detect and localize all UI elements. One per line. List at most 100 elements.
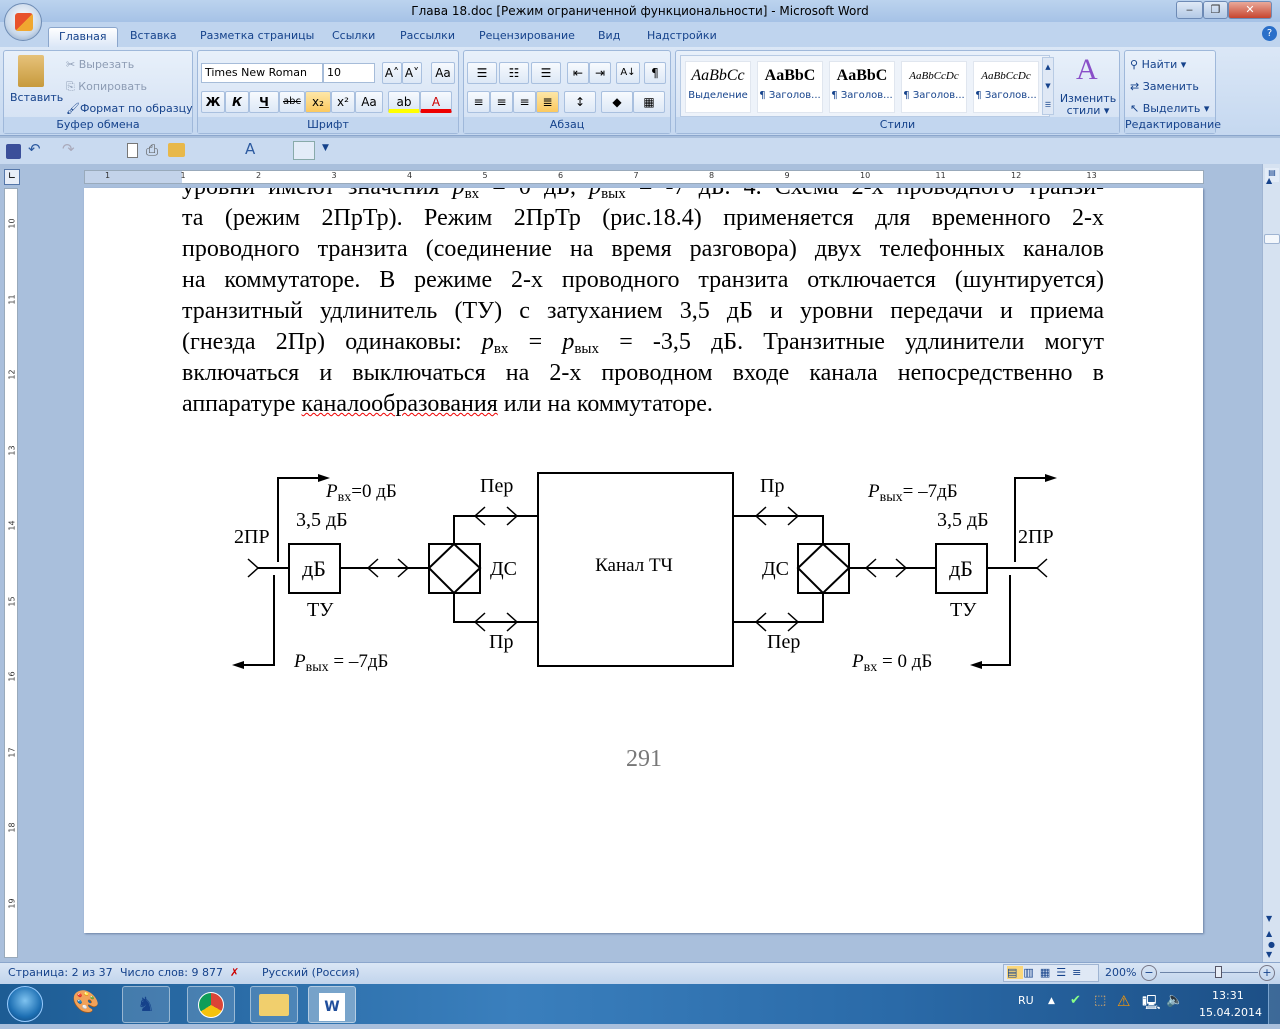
show-marks-button[interactable]: ¶ (644, 62, 666, 84)
browse-object-button[interactable]: ● (1268, 940, 1275, 949)
clock-date[interactable]: 15.04.2014 (1199, 1006, 1262, 1019)
tab-home[interactable]: Главная (48, 27, 118, 47)
page-count[interactable]: Страница: 2 из 37 (8, 963, 113, 983)
line-spacing-button[interactable]: ↕ (564, 91, 596, 113)
style-item[interactable]: AaBbCcDc ¶ Заголов... (973, 61, 1039, 113)
language[interactable]: Русский (Россия) (262, 963, 360, 983)
strikethrough-button[interactable]: abc (279, 91, 305, 113)
update-icon[interactable]: ⬚ (1094, 993, 1106, 1008)
justify-button[interactable]: ≣ (536, 91, 559, 113)
align-center-button[interactable]: ≡ (490, 91, 513, 113)
vertical-scrollbar[interactable]: ▤ ▲ ▼ ▲ ● ▼ (1262, 164, 1280, 962)
office-button[interactable] (4, 3, 42, 41)
superscript-button[interactable]: x² (331, 91, 355, 113)
select-button[interactable]: ↖ Выделить ▾ (1130, 102, 1209, 115)
zoom-out-button[interactable]: − (1141, 965, 1157, 981)
customize-qat-icon[interactable]: ▼ (322, 143, 329, 153)
bold-button[interactable]: Ж (201, 91, 225, 113)
tab-review[interactable]: Рецензирование (469, 27, 585, 47)
new-document-icon[interactable] (127, 143, 138, 158)
font-color-button[interactable]: A (420, 91, 452, 113)
scroll-down-arrow[interactable]: ▼ (1266, 914, 1272, 923)
usb-safe-remove-icon[interactable]: ✔ (1070, 993, 1081, 1008)
find-button[interactable]: ⚲ Найти ▾ (1130, 58, 1186, 71)
vertical-ruler[interactable]: 10 11 12 13 14 15 16 17 18 19 (4, 188, 18, 958)
help-icon[interactable]: ? (1262, 26, 1277, 41)
spelling-check-icon[interactable]: ✗ (230, 963, 239, 983)
copy-button[interactable]: ⎘ Копировать (66, 80, 147, 94)
previous-page-button[interactable]: ▲ (1266, 929, 1272, 938)
tab-view[interactable]: Вид (588, 27, 630, 47)
style-item[interactable]: AaBbC ¶ Заголов... (829, 61, 895, 113)
show-desktop-button[interactable] (1268, 984, 1280, 1024)
underline-button[interactable]: Ч (249, 91, 279, 113)
text-effects-icon[interactable]: A (245, 140, 255, 158)
zoom-slider-thumb[interactable] (1214, 966, 1222, 978)
borders-button[interactable]: ▦ (633, 91, 665, 113)
clock-time[interactable]: 13:31 (1212, 989, 1244, 1002)
zoom-slider[interactable] (1160, 972, 1258, 973)
show-hidden-icons[interactable]: ▲ (1048, 996, 1055, 1006)
increase-indent-button[interactable]: ⇥ (589, 62, 611, 84)
italic-button[interactable]: К (225, 91, 249, 113)
highlight-button[interactable]: ab (388, 91, 420, 113)
word-count[interactable]: Число слов: 9 877 (120, 963, 223, 983)
redo-icon[interactable]: ↷ (62, 140, 75, 158)
horizontal-ruler[interactable]: 1 1 2 3 4 5 6 7 8 9 10 11 12 13 (84, 170, 1204, 184)
network-icon[interactable]: 🖳 (1142, 992, 1161, 1016)
warning-icon[interactable]: ⚠ (1117, 992, 1130, 1010)
document-page[interactable]: уровни имеют значения pвх = 0 дБ, pвых =… (84, 188, 1203, 933)
font-name-select[interactable]: Times New Roman (201, 63, 323, 83)
numbering-button[interactable]: ☷ (499, 62, 529, 84)
align-left-button[interactable]: ≡ (467, 91, 490, 113)
clear-formatting-button[interactable]: Aa (431, 62, 455, 84)
print-icon[interactable]: ⎙ (146, 141, 158, 159)
style-item[interactable]: AaBbC ¶ Заголов... (757, 61, 823, 113)
multilevel-list-button[interactable]: ☰ (531, 62, 561, 84)
tab-insert[interactable]: Вставка (120, 27, 187, 47)
next-page-button[interactable]: ▼ (1266, 950, 1272, 959)
close-button[interactable]: ✕ (1228, 1, 1272, 19)
align-right-button[interactable]: ≡ (513, 91, 536, 113)
grow-font-button[interactable]: A˄ (382, 62, 402, 84)
input-language[interactable]: RU (1018, 994, 1034, 1007)
decrease-indent-button[interactable]: ⇤ (567, 62, 589, 84)
outline-view-icon[interactable]: ☰ (1056, 966, 1072, 979)
change-styles-button[interactable]: Изменить стили ▾ (1059, 93, 1117, 117)
zoom-level[interactable]: 200% (1105, 963, 1136, 983)
minimize-button[interactable]: ‒ (1176, 1, 1203, 19)
undo-icon[interactable]: ↶ (28, 140, 41, 158)
save-icon[interactable] (6, 144, 21, 159)
word-taskbar-button[interactable]: W (308, 986, 356, 1023)
scrollbar-thumb[interactable] (1264, 234, 1280, 244)
reading-view-icon[interactable]: ▥ (1023, 966, 1039, 979)
start-button[interactable] (7, 986, 43, 1022)
replace-button[interactable]: ⇄ Заменить (1130, 80, 1199, 93)
tab-page-layout[interactable]: Разметка страницы (190, 27, 324, 47)
window-switch-icon[interactable] (293, 141, 315, 160)
zoom-in-button[interactable]: + (1259, 965, 1275, 981)
font-size-select[interactable]: 10 (323, 63, 375, 83)
paste-button[interactable]: Вставить (10, 91, 63, 104)
print-layout-view-icon[interactable]: ▤ (1007, 966, 1024, 979)
scroll-up-arrow[interactable]: ▲ (1266, 176, 1272, 185)
chrome-taskbar-button[interactable] (187, 986, 235, 1023)
chess-taskbar-button[interactable]: ♞ (122, 986, 170, 1023)
styles-scroll[interactable]: ▲ ▼ ☰ (1042, 57, 1054, 115)
explorer-taskbar-button[interactable] (250, 986, 298, 1023)
subscript-button[interactable]: x₂ (305, 91, 331, 113)
tab-mailings[interactable]: Рассылки (390, 27, 465, 47)
change-case-button[interactable]: Aa (355, 91, 383, 113)
shrink-font-button[interactable]: A˅ (402, 62, 422, 84)
volume-icon[interactable]: 🔈 (1166, 992, 1183, 1008)
web-layout-icon[interactable]: ▦ (1040, 966, 1056, 979)
tab-addins[interactable]: Надстройки (637, 27, 727, 47)
restore-button[interactable]: ❐ (1203, 1, 1228, 19)
draft-view-icon[interactable]: ≡ (1072, 966, 1087, 979)
tab-references[interactable]: Ссылки (322, 27, 385, 47)
cut-button[interactable]: ✂ Вырезать (66, 58, 134, 71)
paint-icon[interactable]: 🎨 (72, 990, 99, 1015)
open-icon[interactable] (168, 143, 185, 157)
shading-button[interactable]: ◆ (601, 91, 633, 113)
style-item[interactable]: AaBbCc Выделение (685, 61, 751, 113)
